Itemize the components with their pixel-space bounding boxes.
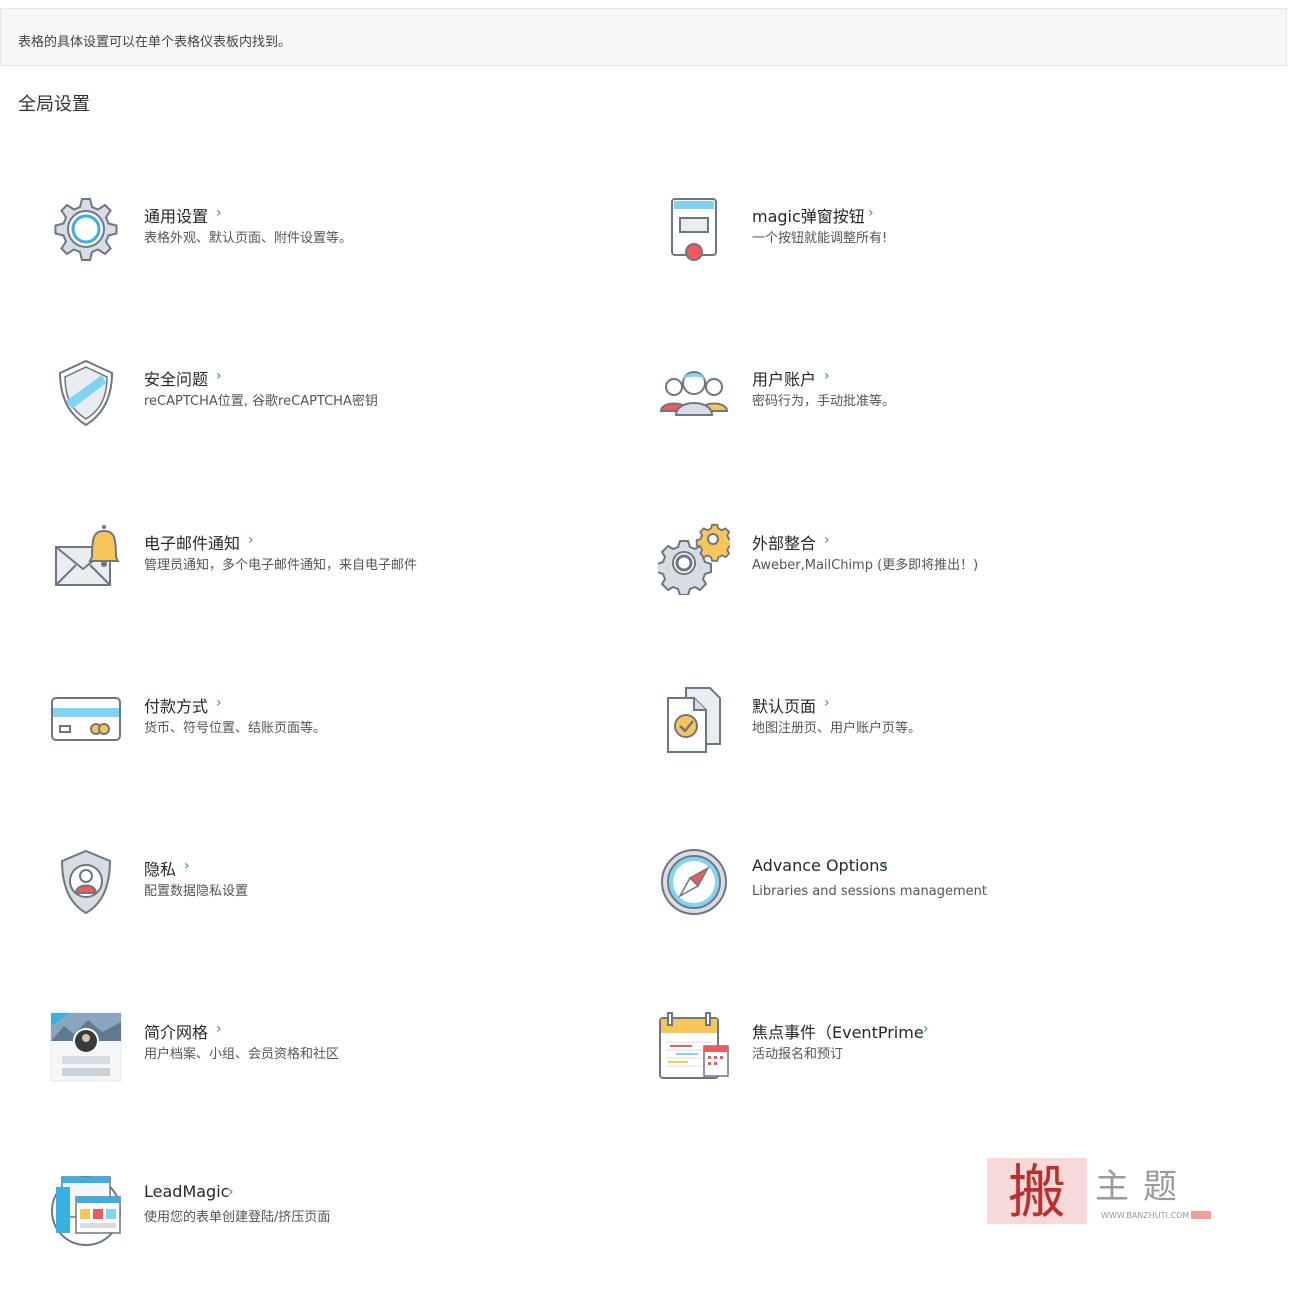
svg-text:主题: 主题: [1095, 1167, 1191, 1207]
chevron-right-icon: ›: [216, 205, 222, 221]
popup-button-icon: [658, 196, 730, 268]
card-description: 管理员通知，多个电子邮件通知，来自电子邮件: [144, 558, 418, 573]
chevron-right-icon: ›: [184, 858, 190, 874]
card-title: 外部整合: [752, 534, 817, 553]
card-user-accounts[interactable]: 用户账户 › 密码行为，手动批准等。: [658, 359, 1078, 449]
card-description: 使用您的表单创建登陆/挤压页面: [144, 1210, 331, 1225]
card-magic-popup-button[interactable]: magic弹窗按钮 › 一个按钮就能调整所有!: [658, 196, 1078, 286]
chevron-right-icon: ›: [216, 368, 222, 384]
compass-icon: [658, 849, 730, 921]
card-title: 隐私: [144, 860, 177, 879]
chevron-right-icon: ›: [228, 1184, 234, 1200]
svg-text:WWW.BANZHUTI.COM: WWW.BANZHUTI.COM: [1101, 1211, 1189, 1220]
credit-card-icon: [50, 686, 122, 758]
leadmagic-icon: [50, 1175, 122, 1247]
card-title: LeadMagic: [144, 1182, 230, 1201]
card-title: 用户账户: [752, 370, 817, 389]
chevron-right-icon: ›: [824, 368, 830, 384]
card-title: 默认页面: [752, 697, 817, 716]
card-eventprime[interactable]: 焦点事件（EventPrime › 活动报名和预订: [658, 1012, 1078, 1102]
card-profile-grid[interactable]: 简介网格 › 用户档案、小组、会员资格和社区: [50, 1012, 470, 1102]
gears-icon: [658, 523, 730, 595]
card-description: 一个按钮就能调整所有!: [752, 231, 888, 246]
card-default-pages[interactable]: 默认页面 › 地图注册页、用户账户页等。: [658, 686, 1078, 776]
card-description: Aweber,MailChimp (更多即将推出！): [752, 558, 979, 573]
card-payments[interactable]: 付款方式 › 货币、符号位置、结账页面等。: [50, 686, 470, 776]
calendar-icon: [658, 1012, 730, 1084]
chevron-right-icon: ›: [882, 858, 888, 874]
card-title: 焦点事件（EventPrime: [752, 1023, 924, 1042]
card-description: 配置数据隐私设置: [144, 884, 249, 899]
chevron-right-icon: ›: [216, 695, 222, 711]
card-description: Libraries and sessions management: [752, 884, 987, 899]
card-description: 用户档案、小组、会员资格和社区: [144, 1047, 340, 1062]
chevron-right-icon: ›: [824, 695, 830, 711]
card-title: 通用设置: [144, 207, 209, 226]
card-title: Advance Options: [752, 856, 888, 875]
card-description: 表格外观、默认页面、附件设置等。: [144, 231, 353, 246]
card-description: 地图注册页、用户账户页等。: [752, 721, 922, 736]
card-description: 活动报名和预订: [752, 1047, 844, 1062]
chevron-right-icon: ›: [248, 532, 254, 548]
card-leadmagic[interactable]: LeadMagic › 使用您的表单创建登陆/挤压页面: [50, 1175, 470, 1265]
users-icon: [658, 359, 730, 431]
card-title: 付款方式: [144, 697, 209, 716]
card-integrations[interactable]: 外部整合 › Aweber,MailChimp (更多即将推出！): [658, 523, 1078, 613]
chevron-right-icon: ›: [824, 532, 830, 548]
watermark-logo: 搬 主题 WWW.BANZHUTI.COM: [985, 1156, 1215, 1226]
card-title: magic弹窗按钮: [752, 207, 865, 226]
svg-text:搬: 搬: [1008, 1158, 1066, 1226]
card-security[interactable]: 安全问题 › reCAPTCHA位置, 谷歌reCAPTCHA密钥: [50, 359, 470, 449]
document-check-icon: [658, 686, 730, 758]
shield-icon: [50, 359, 122, 431]
email-bell-icon: [50, 523, 122, 595]
info-notice: 表格的具体设置可以在单个表格仪表板内找到。: [0, 8, 1287, 66]
notice-text: 表格的具体设置可以在单个表格仪表板内找到。: [18, 35, 292, 50]
card-privacy[interactable]: 隐私 › 配置数据隐私设置: [50, 849, 470, 939]
card-title: 简介网格: [144, 1023, 209, 1042]
card-email-notifications[interactable]: 电子邮件通知 › 管理员通知，多个电子邮件通知，来自电子邮件: [50, 523, 470, 613]
section-title: 全局设置: [18, 94, 90, 115]
profile-grid-icon: [50, 1012, 122, 1084]
privacy-shield-icon: [50, 849, 122, 921]
card-description: reCAPTCHA位置, 谷歌reCAPTCHA密钥: [144, 394, 378, 409]
card-advance-options[interactable]: Advance Options › Libraries and sessions…: [658, 849, 1078, 939]
card-title: 电子邮件通知: [144, 534, 241, 553]
chevron-right-icon: ›: [923, 1021, 929, 1037]
gear-icon: [50, 196, 122, 268]
card-general-settings[interactable]: 通用设置 › 表格外观、默认页面、附件设置等。: [50, 196, 470, 286]
chevron-right-icon: ›: [868, 205, 874, 221]
card-title: 安全问题: [144, 370, 209, 389]
chevron-right-icon: ›: [216, 1021, 222, 1037]
card-description: 货币、符号位置、结账页面等。: [144, 721, 327, 736]
card-description: 密码行为，手动批准等。: [752, 394, 896, 409]
